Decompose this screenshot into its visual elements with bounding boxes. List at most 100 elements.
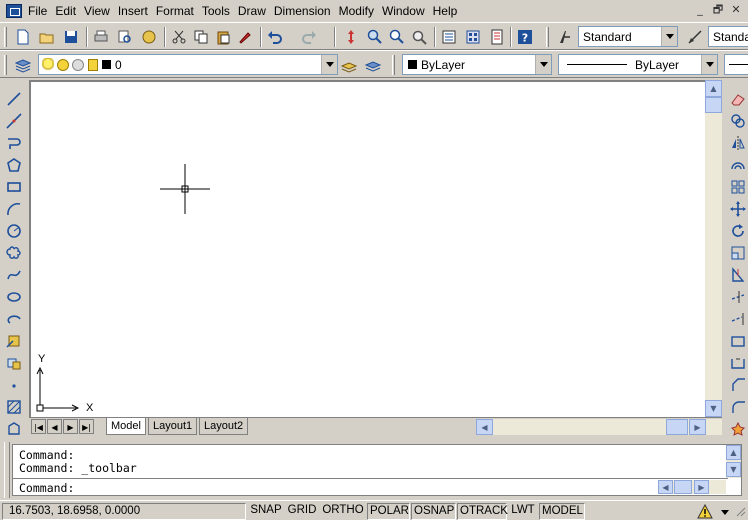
- insert-block-icon[interactable]: [3, 330, 25, 352]
- zoom-previous-icon[interactable]: [408, 26, 430, 48]
- text-style-icon[interactable]: [554, 26, 576, 48]
- copy-object-icon[interactable]: [727, 110, 748, 132]
- communication-center-icon[interactable]: [697, 503, 713, 519]
- chamfer-icon[interactable]: [727, 374, 748, 396]
- rectangle-icon[interactable]: [3, 176, 25, 198]
- polar-toggle[interactable]: POLAR: [367, 503, 410, 520]
- explode-icon[interactable]: [727, 418, 748, 440]
- menu-edit[interactable]: Edit: [53, 3, 82, 19]
- osnap-toggle[interactable]: OSNAP: [411, 503, 456, 520]
- scroll-right-icon[interactable]: ▶: [694, 480, 709, 494]
- menu-window[interactable]: Window: [380, 3, 431, 19]
- command-history-scrollbar[interactable]: ▲ ▼: [726, 445, 741, 478]
- publish-icon[interactable]: [138, 26, 160, 48]
- arc-icon[interactable]: [3, 198, 25, 220]
- tab-layout2[interactable]: Layout2: [199, 418, 249, 435]
- toolbar-grip[interactable]: [4, 27, 7, 47]
- revision-cloud-icon[interactable]: [3, 242, 25, 264]
- undo-icon[interactable]: [264, 26, 286, 48]
- vertical-scrollbar[interactable]: ▲ ▼: [705, 80, 722, 417]
- open-file-icon[interactable]: [36, 26, 58, 48]
- menu-insert[interactable]: Insert: [116, 3, 154, 19]
- copy-icon[interactable]: [190, 26, 212, 48]
- scroll-down-icon[interactable]: ▼: [705, 400, 722, 417]
- scroll-thumb[interactable]: [705, 97, 722, 113]
- menu-format[interactable]: Format: [154, 3, 200, 19]
- paste-icon[interactable]: [212, 26, 234, 48]
- plot-preview-icon[interactable]: [114, 26, 136, 48]
- scroll-right-icon[interactable]: ▶: [689, 419, 706, 435]
- polyline-icon[interactable]: [3, 132, 25, 154]
- point-icon[interactable]: [3, 374, 25, 396]
- make-object-layer-current-icon[interactable]: [338, 54, 360, 76]
- minimize-icon[interactable]: _: [692, 3, 708, 18]
- chevron-down-icon[interactable]: [321, 55, 337, 74]
- app-icon[interactable]: [6, 4, 22, 18]
- close-icon[interactable]: ✕: [728, 3, 744, 18]
- new-file-icon[interactable]: [12, 26, 34, 48]
- scroll-up-icon[interactable]: ▲: [705, 80, 722, 97]
- properties-icon[interactable]: [438, 26, 460, 48]
- lineweight-select[interactable]: [724, 54, 748, 75]
- menu-draw[interactable]: Draw: [236, 3, 272, 19]
- dim-style-select[interactable]: Standar: [708, 26, 748, 47]
- command-window-grip[interactable]: [4, 442, 10, 498]
- stretch-icon[interactable]: [727, 264, 748, 286]
- menu-view[interactable]: View: [82, 3, 116, 19]
- scroll-left-icon[interactable]: ◀: [658, 480, 673, 494]
- match-properties-icon[interactable]: [234, 26, 256, 48]
- toolbar-grip[interactable]: [4, 55, 7, 75]
- linetype-select[interactable]: ByLayer: [558, 54, 718, 75]
- ellipse-icon[interactable]: [3, 286, 25, 308]
- command-prompt[interactable]: Command:: [19, 481, 74, 495]
- erase-icon[interactable]: [727, 88, 748, 110]
- trim-icon[interactable]: [727, 286, 748, 308]
- snap-toggle[interactable]: SNAP: [248, 503, 284, 520]
- text-style-select[interactable]: Standard: [578, 26, 678, 47]
- circle-icon[interactable]: [3, 220, 25, 242]
- otrack-toggle[interactable]: OTRACK: [457, 503, 508, 520]
- layer-select[interactable]: 0: [38, 54, 338, 75]
- tab-layout1[interactable]: Layout1: [148, 418, 198, 435]
- line-icon[interactable]: [3, 88, 25, 110]
- break-at-point-icon[interactable]: [727, 330, 748, 352]
- cut-icon[interactable]: [168, 26, 190, 48]
- polygon-icon[interactable]: [3, 154, 25, 176]
- menu-modify[interactable]: Modify: [337, 3, 380, 19]
- make-block-icon[interactable]: [3, 352, 25, 374]
- menu-file[interactable]: File: [26, 3, 53, 19]
- scroll-left-icon[interactable]: ◀: [476, 419, 493, 435]
- break-icon[interactable]: [727, 352, 748, 374]
- offset-icon[interactable]: [727, 154, 748, 176]
- grid-toggle[interactable]: GRID: [285, 503, 319, 520]
- menu-dimension[interactable]: Dimension: [272, 3, 337, 19]
- fillet-icon[interactable]: [727, 396, 748, 418]
- dim-style-icon[interactable]: [684, 26, 706, 48]
- model-toggle[interactable]: MODEL: [539, 503, 585, 520]
- layer-manager-icon[interactable]: [12, 54, 34, 76]
- chevron-down-icon[interactable]: [701, 55, 717, 74]
- ortho-toggle[interactable]: ORTHO: [320, 503, 366, 520]
- coordinate-display[interactable]: 16.7503, 18.6958, 0.0000: [2, 503, 246, 520]
- scale-icon[interactable]: [727, 242, 748, 264]
- command-line-scrollbar[interactable]: ◀ ▶: [658, 480, 726, 494]
- toolbar-grip[interactable]: [546, 27, 549, 47]
- tab-prev-icon[interactable]: ◀: [47, 419, 62, 434]
- pan-realtime-icon[interactable]: [340, 26, 362, 48]
- drawing-area[interactable]: Y X: [29, 80, 705, 417]
- scroll-up-icon[interactable]: ▲: [726, 445, 741, 460]
- redo-icon[interactable]: [298, 26, 320, 48]
- resize-grip-icon[interactable]: [734, 505, 746, 519]
- chevron-down-icon[interactable]: [535, 55, 551, 74]
- zoom-realtime-icon[interactable]: [364, 26, 386, 48]
- rotate-icon[interactable]: [727, 220, 748, 242]
- plot-icon[interactable]: [90, 26, 112, 48]
- construction-line-icon[interactable]: [3, 110, 25, 132]
- zoom-window-icon[interactable]: [386, 26, 408, 48]
- hatch-icon[interactable]: [3, 396, 25, 418]
- array-icon[interactable]: [727, 176, 748, 198]
- design-center-icon[interactable]: [462, 26, 484, 48]
- layer-previous-icon[interactable]: [362, 54, 384, 76]
- lwt-toggle[interactable]: LWT: [508, 503, 538, 520]
- menu-tools[interactable]: Tools: [200, 3, 236, 19]
